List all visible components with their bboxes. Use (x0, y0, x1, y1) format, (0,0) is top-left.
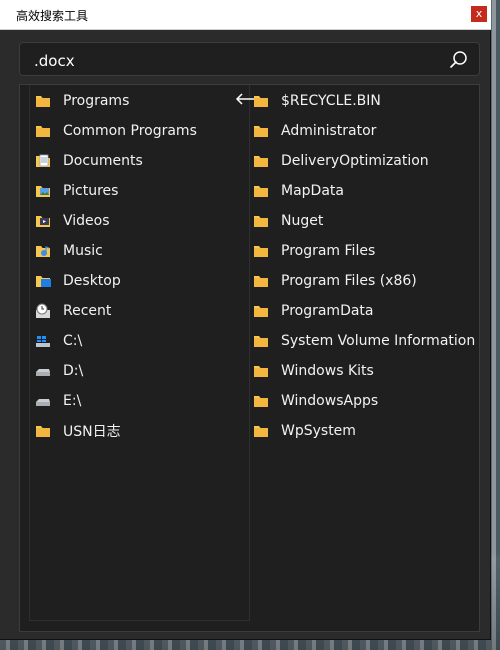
list-item[interactable]: Program Files (250, 236, 375, 266)
windows-drive-icon (32, 330, 54, 352)
list-item[interactable]: WindowsApps (250, 386, 378, 416)
sidebar-item-desktop[interactable]: Desktop (32, 266, 121, 296)
sidebar-item-videos[interactable]: Videos (32, 206, 110, 236)
list-item-label: WpSystem (281, 423, 356, 439)
folder-list-pane: $RECYCLE.BIN Administrator DeliveryOptim… (250, 85, 479, 621)
videos-folder-icon (32, 210, 54, 232)
search-input[interactable] (32, 51, 436, 71)
list-item[interactable]: DeliveryOptimization (250, 146, 429, 176)
sidebar-item-label: Desktop (63, 273, 121, 289)
folder-icon (32, 420, 54, 442)
folder-icon (250, 330, 272, 352)
sidebar-item-drive-e[interactable]: E:\ (32, 386, 81, 416)
list-item-label: MapData (281, 183, 344, 199)
sidebar-item-common-programs[interactable]: Common Programs (32, 116, 197, 146)
list-item-label: ProgramData (281, 303, 374, 319)
folder-icon (250, 420, 272, 442)
list-item[interactable]: Windows Kits (250, 356, 374, 386)
folder-icon (250, 120, 272, 142)
sidebar-item-label: USN日志 (63, 424, 121, 440)
window-title: 高效搜索工具 (16, 9, 89, 23)
sidebar-item-label: D:\ (63, 363, 84, 379)
app-window: 高效搜索工具 x Programs Co (0, 0, 491, 640)
folder-icon (250, 300, 272, 322)
list-item-label: System Volume Information (281, 333, 476, 349)
sidebar-item-label: Recent (63, 303, 112, 319)
sidebar-item-documents[interactable]: Documents (32, 146, 143, 176)
folder-icon (250, 270, 272, 292)
sidebar-item-label: C:\ (63, 333, 83, 349)
results-panel: Programs Common Programs Documents Pictu… (19, 84, 480, 632)
list-item[interactable]: $RECYCLE.BIN (250, 86, 381, 116)
desktop-folder-icon (32, 270, 54, 292)
list-item-label: Administrator (281, 123, 377, 139)
documents-folder-icon (32, 150, 54, 172)
sidebar-item-usn-log[interactable]: USN日志 (32, 416, 121, 446)
folder-icon (250, 150, 272, 172)
list-item-label: Windows Kits (281, 363, 374, 379)
sidebar-item-programs[interactable]: Programs (32, 86, 129, 116)
sidebar-item-label: Videos (63, 213, 110, 229)
sidebar-item-drive-c[interactable]: C:\ (32, 326, 82, 356)
sidebar-item-label: Common Programs (63, 123, 197, 139)
drive-icon (32, 390, 54, 412)
sidebar-item-label: Pictures (63, 183, 119, 199)
folder-icon (250, 360, 272, 382)
list-item-label: Program Files (x86) (281, 273, 417, 289)
list-item-label: Nuget (281, 213, 324, 229)
sidebar-item-label: Programs (63, 93, 130, 109)
list-item-label: Program Files (281, 243, 376, 259)
search-icon[interactable] (449, 50, 469, 70)
title-bar: 高效搜索工具 x (0, 0, 491, 30)
drive-icon (32, 360, 54, 382)
list-item[interactable]: Administrator (250, 116, 376, 146)
close-button[interactable]: x (471, 6, 487, 22)
folder-icon (32, 120, 54, 142)
list-item[interactable]: ProgramData (250, 296, 374, 326)
list-item[interactable]: WpSystem (250, 416, 356, 446)
sidebar-item-label: Documents (63, 153, 143, 169)
list-item-label: DeliveryOptimization (281, 153, 429, 169)
sidebar-item-pictures[interactable]: Pictures (32, 176, 118, 206)
list-item[interactable]: MapData (250, 176, 344, 206)
folder-icon (250, 210, 272, 232)
folder-icon (250, 180, 272, 202)
pictures-folder-icon (32, 180, 54, 202)
list-item-label: $RECYCLE.BIN (281, 93, 381, 109)
sidebar-item-recent[interactable]: Recent (32, 296, 111, 326)
sidebar-item-music[interactable]: Music (32, 236, 103, 266)
folder-icon (250, 240, 272, 262)
list-item[interactable]: System Volume Information (250, 326, 475, 356)
list-item-label: WindowsApps (281, 393, 379, 409)
search-box[interactable] (19, 42, 480, 76)
music-folder-icon (32, 240, 54, 262)
folder-icon (250, 90, 272, 112)
sidebar-item-label: E:\ (63, 393, 82, 409)
sidebar-item-label: Music (63, 243, 103, 259)
folder-icon (250, 390, 272, 412)
list-item[interactable]: Nuget (250, 206, 323, 236)
sidebar-item-drive-d[interactable]: D:\ (32, 356, 83, 386)
recent-icon (32, 300, 54, 322)
quick-access-pane: Programs Common Programs Documents Pictu… (29, 85, 254, 621)
list-item[interactable]: Program Files (x86) (250, 266, 417, 296)
folder-icon (32, 90, 54, 112)
